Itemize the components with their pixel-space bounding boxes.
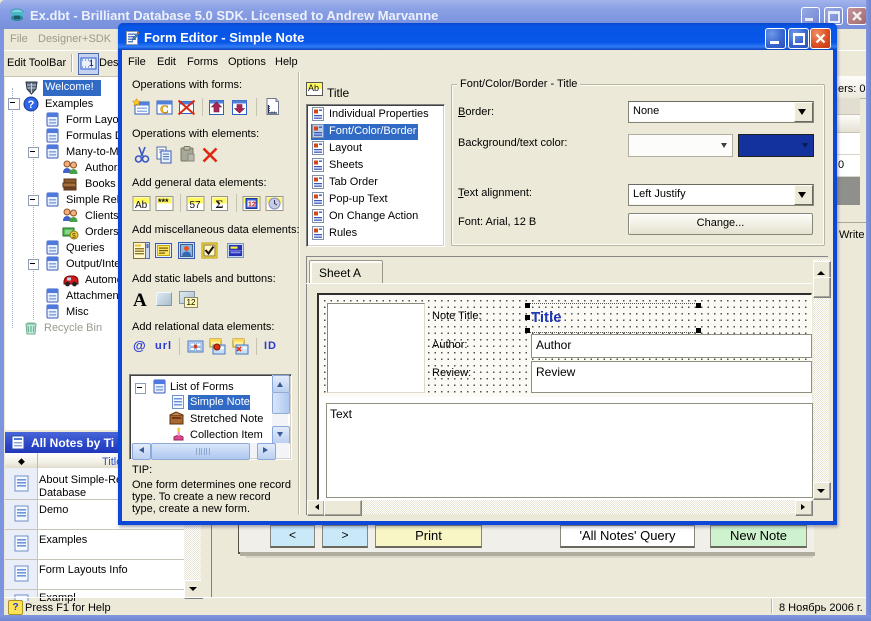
svg-text:Ab: Ab [135, 200, 148, 211]
svg-text:$: $ [72, 233, 76, 240]
svg-text:C: C [160, 102, 169, 116]
svg-text:1: 1 [89, 59, 94, 68]
svg-text:Σ: Σ [216, 197, 224, 211]
svg-text:***: *** [158, 197, 169, 207]
svg-text:57: 57 [190, 200, 202, 211]
svg-text:?: ? [28, 99, 35, 111]
svg-text:12: 12 [248, 202, 256, 209]
